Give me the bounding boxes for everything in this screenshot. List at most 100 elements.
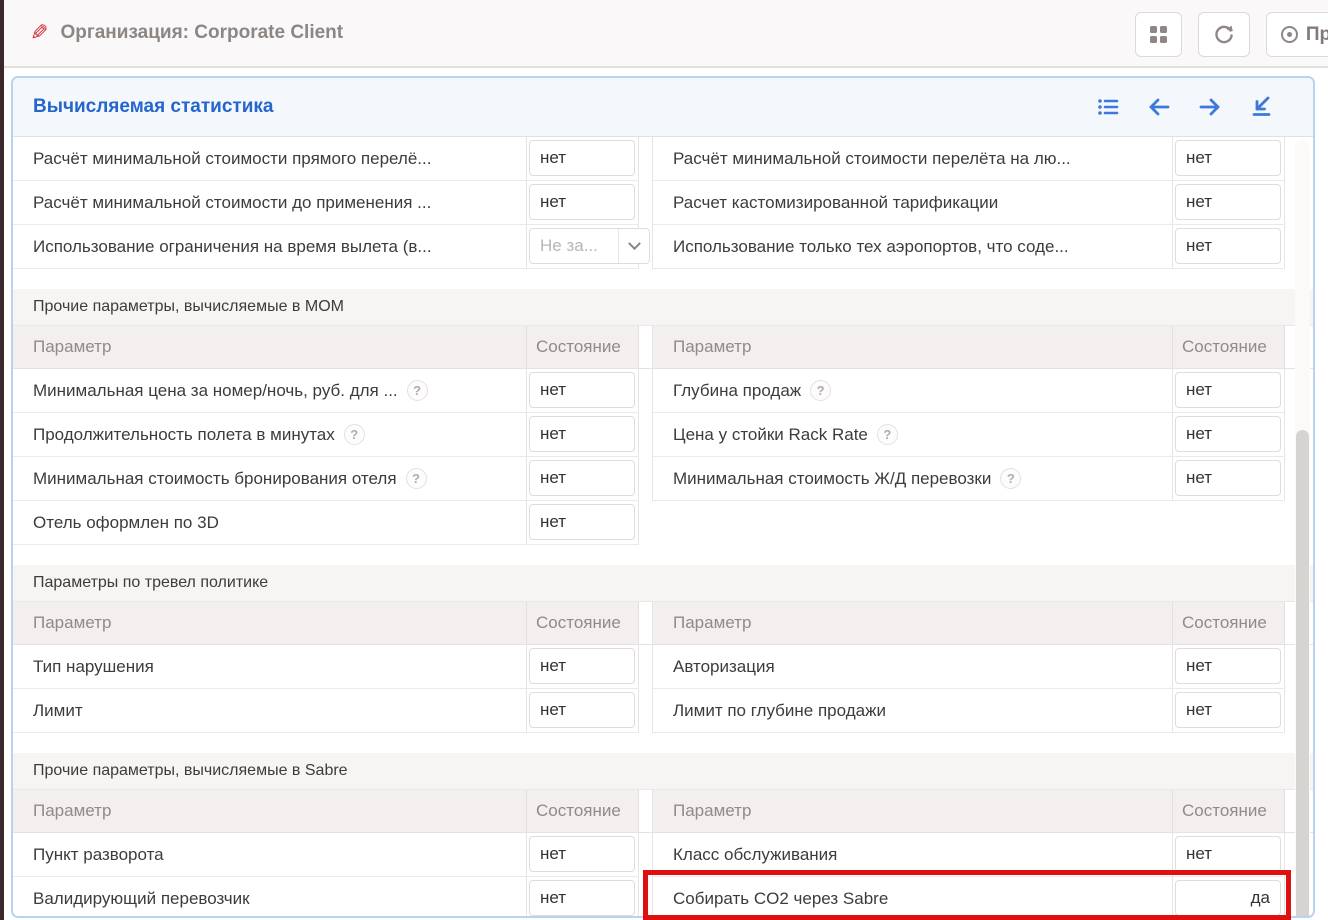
state-value[interactable]: нет (1175, 648, 1281, 684)
topbar-buttons: Прос (1135, 12, 1328, 57)
column-gutter (639, 137, 653, 181)
column-header-col_param: Параметр (13, 326, 527, 369)
parameter-cell: Расчёт минимальной стоимости до применен… (13, 181, 527, 225)
state-value[interactable]: нет (529, 836, 635, 872)
state-value[interactable]: нет (1175, 372, 1281, 408)
grid-view-button[interactable] (1135, 12, 1182, 57)
state-value-text: нет (540, 380, 566, 400)
state-cell: нет (527, 877, 639, 918)
parameter-cell: Пункт разворота (13, 833, 527, 877)
state-value-text: нет (1186, 844, 1212, 864)
parameter-cell: Тип нарушения (13, 645, 527, 689)
state-cell: нет (527, 833, 639, 877)
parameter-label: Валидирующий перевозчик (33, 889, 250, 909)
parameter-label: Расчёт минимальной стоимости прямого пер… (33, 149, 431, 169)
vertical-scrollbar-track[interactable] (1295, 140, 1310, 913)
help-icon[interactable]: ? (344, 424, 365, 445)
arrow-right-icon[interactable] (1198, 95, 1222, 119)
help-icon[interactable]: ? (1000, 468, 1021, 489)
state-cell (1173, 501, 1285, 545)
state-value-text: нет (540, 468, 566, 488)
state-value[interactable]: нет (1175, 692, 1281, 728)
state-cell: нет (527, 689, 639, 733)
state-cell: нет (1173, 833, 1285, 877)
parameter-label: Минимальная стоимость бронирования отеля (33, 469, 397, 489)
parameter-label: Расчет кастомизированной тарификации (673, 193, 998, 213)
state-value[interactable]: нет (529, 416, 635, 452)
column-gutter (639, 457, 653, 501)
section-title-text: Прочие параметры, вычисляемые в Sabre (33, 762, 348, 780)
state-value-text: нет (540, 512, 566, 532)
grid-icon (1150, 26, 1167, 43)
collapse-icon[interactable] (1249, 95, 1273, 119)
panel-title: Вычисляемая статистика (33, 96, 274, 118)
column-gutter (639, 326, 653, 369)
state-dropdown[interactable]: Не за... (529, 228, 650, 264)
state-value-text: нет (1186, 236, 1212, 256)
state-value[interactable]: нет (529, 460, 635, 496)
table-row: Использование ограничения на время вылет… (13, 225, 1313, 269)
state-value[interactable]: нет (529, 880, 635, 916)
column-header-col_state: Состояние (1173, 326, 1285, 369)
state-value[interactable]: нет (1175, 184, 1281, 220)
state-cell: нет (1173, 645, 1285, 689)
column-gutter (639, 501, 653, 545)
column-gutter (639, 181, 653, 225)
state-value[interactable]: нет (529, 372, 635, 408)
help-icon[interactable]: ? (810, 380, 831, 401)
parameter-label: Лимит (33, 701, 83, 721)
state-cell: нет (1173, 225, 1285, 269)
help-icon[interactable]: ? (407, 380, 428, 401)
state-value[interactable]: нет (529, 140, 635, 176)
help-icon[interactable]: ? (406, 468, 427, 489)
section-title: Параметры по тревел политике (13, 565, 1313, 602)
state-value[interactable]: нет (529, 692, 635, 728)
column-gutter (639, 877, 653, 918)
parameter-label: Собирать CO2 через Sabre (673, 889, 888, 909)
state-value[interactable]: нет (529, 184, 635, 220)
table-row: Лимит нет Лимит по глубине продажи нет (13, 689, 1313, 733)
state-value[interactable]: нет (529, 504, 635, 540)
parameter-cell: Расчет кастомизированной тарификации (653, 181, 1173, 225)
column-header-col_state: Состояние (527, 602, 639, 645)
parameter-cell: Отель оформлен по 3D (13, 501, 527, 545)
state-value[interactable]: нет (1175, 416, 1281, 452)
parameter-label: Расчёт минимальной стоимости до применен… (33, 193, 431, 213)
state-value[interactable]: да (1175, 880, 1281, 916)
column-gutter (639, 790, 653, 833)
parameter-label: Лимит по глубине продажи (673, 701, 886, 721)
state-value-text: нет (540, 424, 566, 444)
parameter-cell: Класс обслуживания (653, 833, 1173, 877)
column-header-col_param: Параметр (653, 602, 1173, 645)
state-value[interactable]: нет (1175, 228, 1281, 264)
parameter-cell: Использование ограничения на время вылет… (13, 225, 527, 269)
parameter-cell: Собирать CO2 через Sabre (653, 877, 1173, 918)
column-gutter (639, 369, 653, 413)
state-value[interactable]: нет (1175, 460, 1281, 496)
state-value[interactable]: нет (1175, 140, 1281, 176)
parameter-label: Пункт разворота (33, 845, 164, 865)
topbar-title-wrap: ✎ Организация: Corporate Client (30, 20, 343, 46)
arrow-left-icon[interactable] (1147, 95, 1171, 119)
table-row: Минимальная цена за номер/ночь, руб. для… (13, 369, 1313, 413)
column-header-col_param: Параметр (13, 790, 527, 833)
parameter-label: Расчёт минимальной стоимости перелёта на… (673, 149, 1071, 169)
state-value[interactable]: нет (1175, 836, 1281, 872)
parameter-label: Глубина продаж (673, 381, 801, 401)
view-button[interactable]: Прос (1266, 12, 1328, 57)
state-value-text: нет (540, 192, 566, 212)
parameter-cell: Валидирующий перевозчик (13, 877, 527, 918)
state-cell: нет (1173, 181, 1285, 225)
section-gap (13, 733, 1313, 753)
column-header-col_param: Параметр (653, 326, 1173, 369)
table-row: Расчёт минимальной стоимости до применен… (13, 181, 1313, 225)
column-header-col_state: Состояние (1173, 790, 1285, 833)
state-value-text: нет (540, 888, 566, 908)
vertical-scrollbar-thumb[interactable] (1296, 430, 1309, 918)
state-value[interactable]: нет (529, 648, 635, 684)
state-cell: Не за... (527, 225, 639, 269)
help-icon[interactable]: ? (877, 424, 898, 445)
list-icon[interactable] (1096, 95, 1120, 119)
window-edge-strip (0, 0, 4, 920)
refresh-button[interactable] (1198, 12, 1250, 57)
